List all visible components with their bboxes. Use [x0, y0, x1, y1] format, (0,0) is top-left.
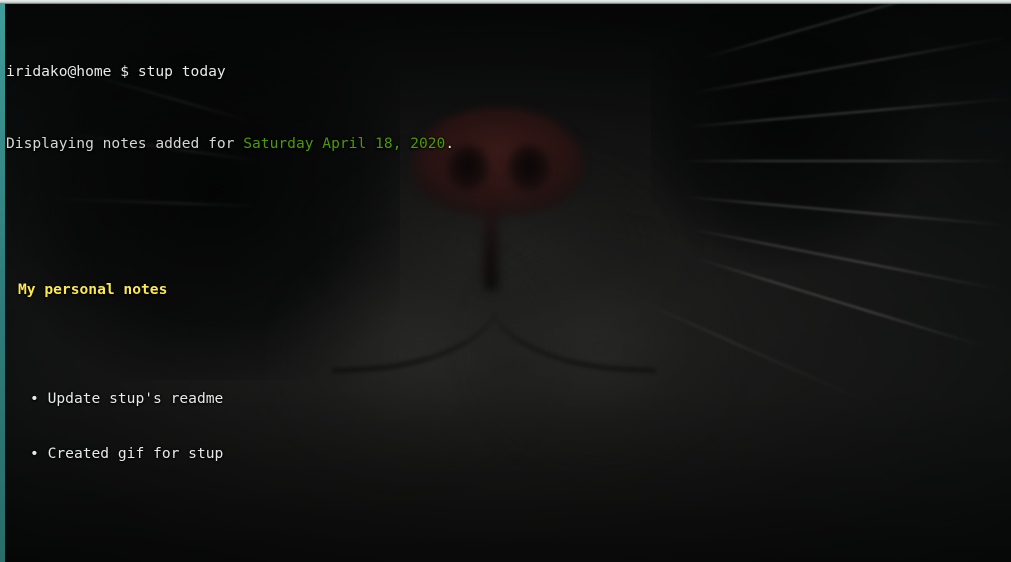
status-suffix: .: [445, 135, 455, 153]
terminal-output[interactable]: iridako@home $ stup today Displaying not…: [5, 4, 1011, 562]
terminal-window[interactable]: iridako@home $ stup today Displaying not…: [0, 0, 1011, 562]
status-date: Saturday April 18, 2020: [243, 135, 446, 153]
status-line: Displaying notes added for Saturday Apri…: [6, 135, 1011, 153]
note-item: • Update stup's readme: [6, 390, 1011, 408]
note-text: Created gif for stup: [47, 444, 224, 462]
note-text: Update stup's readme: [47, 390, 224, 408]
bullet-glyph: •: [30, 444, 39, 462]
bullet-glyph: •: [30, 390, 39, 408]
prompt-line: iridako@home $ stup today: [6, 63, 1011, 81]
section-header: My personal notes: [18, 281, 168, 298]
window-accent-strip: [0, 4, 5, 562]
status-prefix: Displaying notes added for: [6, 135, 244, 153]
window-titlebar[interactable]: [0, 0, 1011, 4]
shell-prompt: iridako@home $: [6, 62, 130, 80]
command-text: stup today: [137, 62, 226, 80]
note-item: • Created gif for stup: [6, 445, 1011, 463]
